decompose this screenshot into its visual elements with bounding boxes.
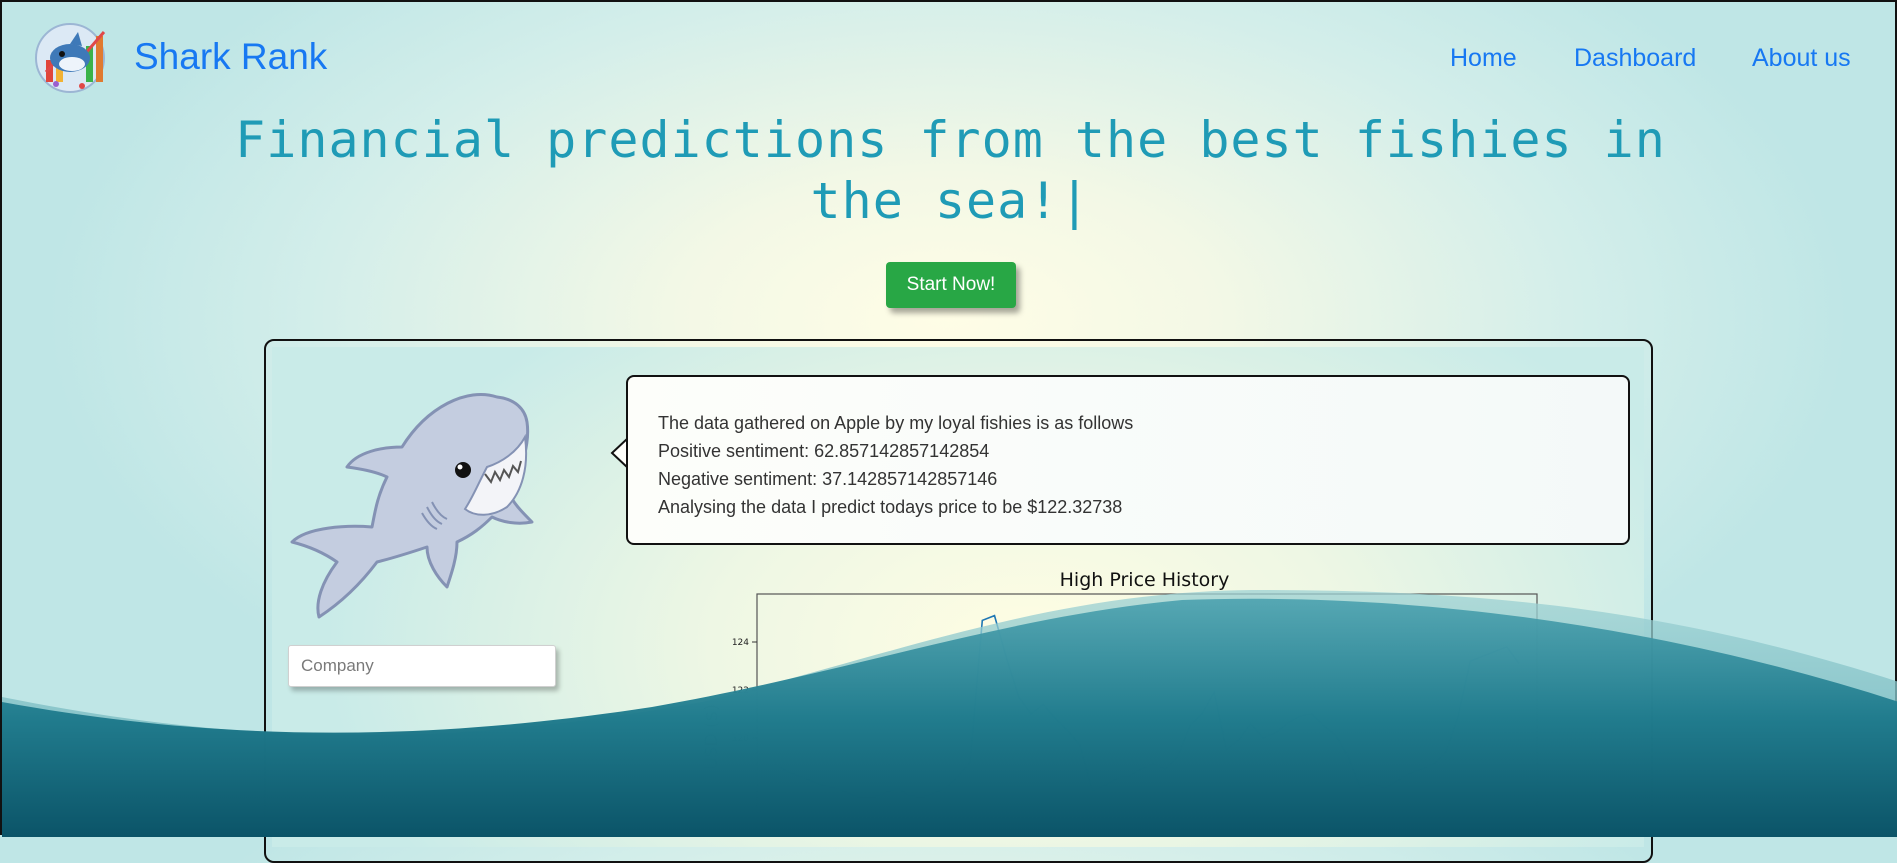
chart-y-label: USD ($) xyxy=(702,704,722,770)
hero-title: Financial predictions from the best fish… xyxy=(202,110,1699,232)
chart-series-line xyxy=(774,614,1520,799)
chart-y-tick-label: 120 xyxy=(732,734,749,744)
nav-dashboard-link[interactable]: Dashboard xyxy=(1574,44,1696,73)
price-prediction-text: Analysing the data I predict todays pric… xyxy=(658,497,1123,517)
chart-y-tick-label: 122 xyxy=(732,686,749,696)
high-price-chart: 120 122 124 USD ($) xyxy=(702,593,1538,835)
company-input[interactable] xyxy=(288,645,556,687)
brand-link[interactable]: Shark Rank xyxy=(134,36,327,78)
navbar: Shark Rank Home Dashboard About us xyxy=(2,2,1897,114)
speech-bubble: The data gathered on Apple by my loyal f… xyxy=(626,375,1630,545)
bubble-intro-text: The data gathered on Apple by my loyal f… xyxy=(658,413,1134,433)
shark-mascot-icon xyxy=(290,392,534,619)
chart-y-tick-label: 124 xyxy=(732,638,749,648)
positive-sentiment-text: Positive sentiment: 62.857142857142854 xyxy=(658,441,990,461)
start-now-button[interactable]: Start Now! xyxy=(886,262,1016,308)
negative-sentiment-text: Negative sentiment: 37.142857142857146 xyxy=(658,469,998,489)
nav-home-link[interactable]: Home xyxy=(1450,44,1517,73)
shark-logo-icon[interactable] xyxy=(32,22,112,94)
nav-about-link[interactable]: About us xyxy=(1752,44,1851,73)
typing-cursor: | xyxy=(1059,172,1091,230)
hero-title-text: Financial predictions from the best fish… xyxy=(235,111,1666,230)
chart-y-ticks: 120 122 124 xyxy=(732,638,757,744)
